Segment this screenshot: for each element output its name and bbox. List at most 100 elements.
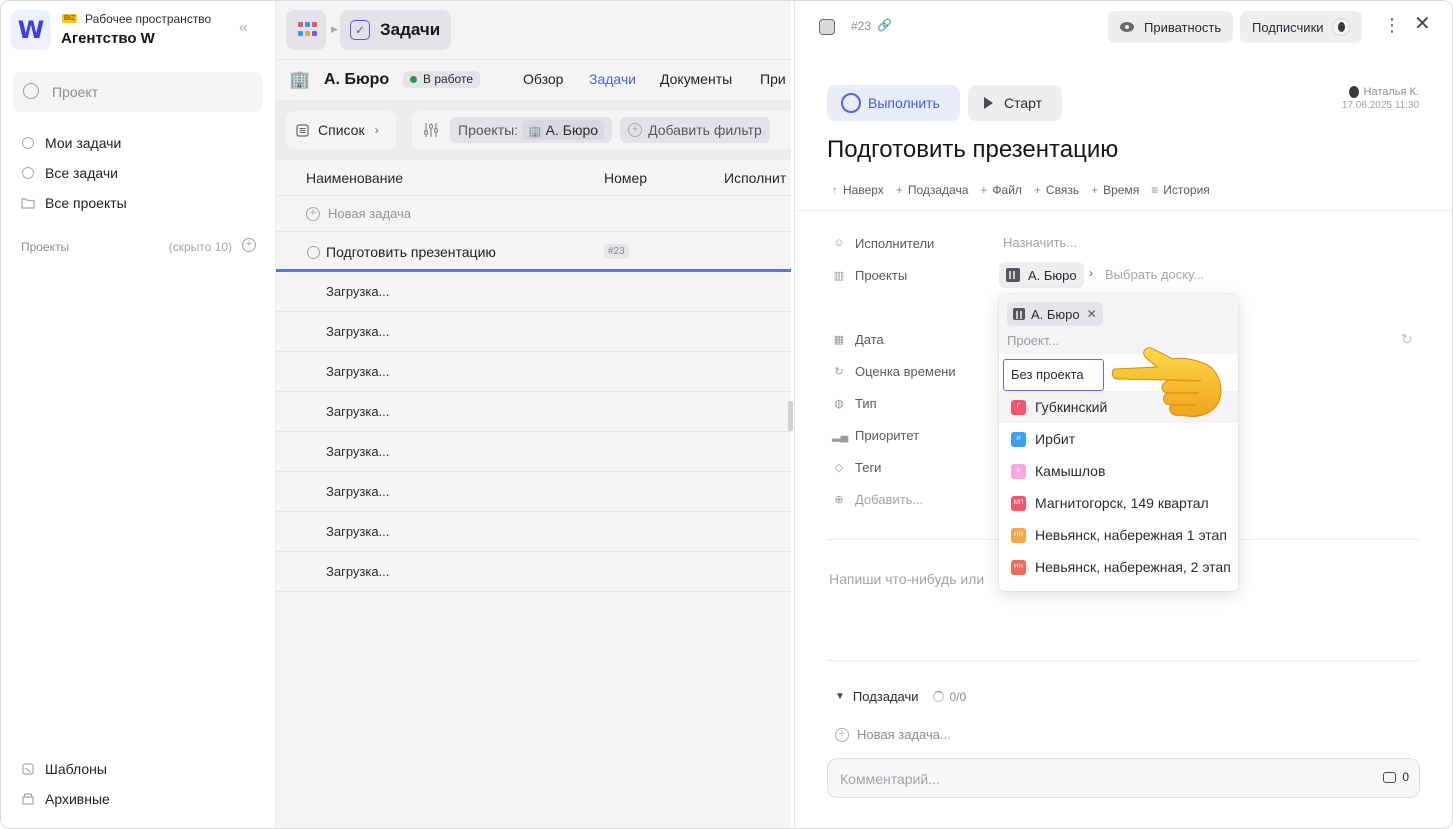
action-time[interactable]: + Время xyxy=(1091,183,1139,197)
more-options-icon[interactable]: ⋮ xyxy=(1383,15,1401,35)
projects-header-label: Проекты xyxy=(21,240,70,254)
loading-label: Загрузка... xyxy=(326,524,390,539)
loading-label: Загрузка... xyxy=(326,404,390,419)
project-picker-dropdown: А. Бюро ✕ Без проекта Г Губкинский И Ирбит К… xyxy=(999,294,1238,591)
tab-label: Задачи xyxy=(380,20,441,39)
status-badge[interactable]: В работе xyxy=(403,71,481,88)
subtasks-header[interactable]: ▼ Подзадачи 0/0 xyxy=(835,689,966,704)
comment-icon xyxy=(1383,771,1397,783)
search-icon xyxy=(23,83,39,99)
project-title[interactable]: А. Бюро xyxy=(324,71,389,89)
play-icon xyxy=(984,97,993,109)
workspace-switcher[interactable]: W BIZ Рабочее пространство Агентство W xyxy=(11,10,266,50)
subscribers-button[interactable]: Подписчики xyxy=(1240,11,1362,43)
calendar-icon: ▦ xyxy=(833,333,845,346)
repeat-icon[interactable]: ↻ xyxy=(1401,331,1413,348)
field-tags: ◇ Теги xyxy=(832,457,882,477)
sidebar-item-all-tasks[interactable]: Все задачи xyxy=(21,162,118,184)
project-option[interactable]: НН Невьянск, набережная 1 этап xyxy=(999,519,1238,551)
project-color-icon: К xyxy=(1011,463,1026,479)
search-input[interactable] xyxy=(52,82,252,102)
workspace-logo-icon: W xyxy=(11,10,51,50)
close-icon[interactable]: ✕ xyxy=(1414,14,1431,34)
link-icon[interactable]: 🔗 xyxy=(877,18,892,32)
sidebar-item-archive[interactable]: Архивные xyxy=(21,788,110,810)
new-subtask-button[interactable]: + Новая задача... xyxy=(835,727,951,742)
complete-button[interactable]: Выполнить xyxy=(827,85,960,121)
top-bar: ▶ ✓ Задачи xyxy=(276,1,791,60)
sidebar-item-label: Архивные xyxy=(45,791,110,807)
project-option[interactable]: К Камышлов xyxy=(999,455,1238,487)
sidebar: W BIZ Рабочее пространство Агентство W «… xyxy=(1,1,276,828)
project-filter-chip[interactable]: Проекты: 🏢 А. Бюро xyxy=(450,117,613,143)
add-filter-button[interactable]: + Добавить фильтр xyxy=(620,117,770,143)
remove-chip-icon[interactable]: ✕ xyxy=(1087,307,1097,321)
hidden-projects-count[interactable]: (скрыто 10) xyxy=(169,240,232,254)
building-icon: 🏢 xyxy=(289,70,311,89)
subtasks-progress: 0/0 xyxy=(932,690,966,704)
collapse-sidebar-icon[interactable]: « xyxy=(239,19,248,37)
board-select[interactable]: Выбрать доску... xyxy=(1105,267,1204,282)
sidebar-item-my-tasks[interactable]: Мои задачи xyxy=(21,132,121,154)
action-history[interactable]: ≡ История xyxy=(1151,183,1210,197)
table-row[interactable]: Подготовить презентацию #23 xyxy=(276,232,791,269)
task-title[interactable]: Подготовить презентацию xyxy=(827,136,1118,164)
column-number[interactable]: Номер xyxy=(604,170,647,186)
field-type: ◍ Тип xyxy=(832,393,876,413)
chevron-down-icon: ▼ xyxy=(835,691,845,702)
field-projects: ▥ Проекты xyxy=(833,267,908,283)
filter-settings-icon[interactable] xyxy=(422,122,440,138)
assign-input[interactable]: Назначить... xyxy=(1003,235,1077,250)
plus-circle-icon: ⊕ xyxy=(834,493,844,506)
sidebar-item-templates[interactable]: Шаблоны xyxy=(21,758,107,780)
task-number: #23 xyxy=(851,19,872,33)
workspace-subtitle: Рабочее пространство xyxy=(85,12,212,26)
new-task-row[interactable]: + Новая задача xyxy=(276,196,791,232)
column-name[interactable]: Наименование xyxy=(306,170,403,186)
comment-input[interactable] xyxy=(840,769,1340,789)
created-date: 17.06.2025 11:30 xyxy=(1341,100,1419,111)
action-link[interactable]: + Связь xyxy=(1034,183,1079,197)
comment-count[interactable]: 0 xyxy=(1383,770,1409,784)
description-editor[interactable]: Напиши что-нибудь или xyxy=(829,571,984,587)
chevron-right-icon: › xyxy=(374,123,379,137)
action-file[interactable]: + Файл xyxy=(980,183,1022,197)
apps-grid-icon[interactable] xyxy=(286,10,326,50)
action-up[interactable]: ↑ Наверх xyxy=(832,183,884,197)
no-project-option[interactable]: Без проекта xyxy=(1003,359,1104,391)
project-option-label: Камышлов xyxy=(1035,463,1106,479)
filter-bar: Проекты: 🏢 А. Бюро + Добавить фильтр xyxy=(412,111,812,149)
resize-handle[interactable] xyxy=(788,401,793,431)
start-button[interactable]: Старт xyxy=(968,85,1062,121)
project-chip[interactable]: А. Бюро xyxy=(999,262,1084,288)
add-project-icon[interactable]: + xyxy=(242,238,256,252)
column-assignee[interactable]: Исполнит xyxy=(724,170,786,186)
new-task-label: Новая задача xyxy=(328,206,411,221)
biz-badge: BIZ xyxy=(62,14,78,23)
table-row: Загрузка... xyxy=(276,272,791,312)
privacy-button[interactable]: Приватность xyxy=(1108,11,1234,43)
clock-icon: ↻ xyxy=(834,365,844,378)
archive-icon xyxy=(21,792,35,806)
projects-section-header: Проекты (скрыто 10) + xyxy=(21,238,256,254)
eye-icon xyxy=(1120,22,1134,32)
loading-label: Загрузка... xyxy=(326,444,390,459)
field-priority: ▂▄ Приоритет xyxy=(832,427,920,443)
tab-more[interactable]: При xyxy=(760,71,786,87)
sidebar-toggle-icon[interactable] xyxy=(819,19,835,35)
view-switcher[interactable]: Список › xyxy=(286,111,396,149)
tab-documents[interactable]: Документы xyxy=(660,71,732,87)
action-subtask[interactable]: + Подзадача xyxy=(896,183,969,197)
project-color-icon: НН xyxy=(1011,527,1026,543)
tab-tasks[interactable]: ✓ Задачи xyxy=(340,10,451,50)
loading-label: Загрузка... xyxy=(326,484,390,499)
project-option[interactable]: И Ирбит xyxy=(999,423,1238,455)
add-field-button[interactable]: ⊕ Добавить... xyxy=(832,489,923,509)
tab-project-tasks[interactable]: Задачи xyxy=(589,71,636,87)
task-status-icon[interactable] xyxy=(307,245,320,259)
sidebar-item-all-projects[interactable]: Все проекты xyxy=(21,192,127,214)
project-option[interactable]: МП Магнитогорск, 149 квартал xyxy=(999,487,1238,519)
tab-overview[interactable]: Обзор xyxy=(523,71,563,87)
project-option[interactable]: НН Невьянск, набережная, 2 этап xyxy=(999,551,1238,583)
filter-value: 🏢 А. Бюро xyxy=(522,120,605,140)
